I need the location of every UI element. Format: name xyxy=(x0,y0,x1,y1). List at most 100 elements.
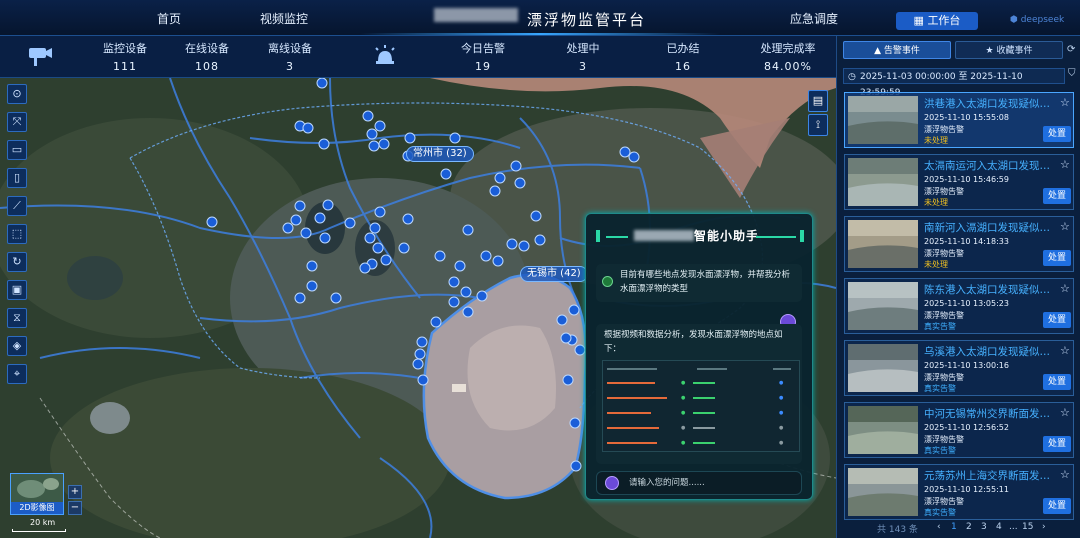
nav-emergency-dispatch[interactable]: 应急调度 xyxy=(790,10,838,27)
camera-icon[interactable]: ▭ xyxy=(7,140,27,160)
stat-monitor-devices: 监控设备 111 xyxy=(103,42,147,73)
assistant-title: 智能小助手 xyxy=(694,229,760,243)
pagination-page-1[interactable]: 1 xyxy=(951,522,957,532)
scale-label: 20 km xyxy=(30,518,56,527)
star-icon[interactable]: ☆ xyxy=(1060,468,1070,481)
event-thumbnail[interactable] xyxy=(848,406,918,454)
event-thumbnail[interactable] xyxy=(848,282,918,330)
collapse-icon[interactable]: ⟳ xyxy=(1067,44,1075,55)
expand-icon[interactable]: ⤧ xyxy=(7,112,27,132)
alarm-icon xyxy=(375,45,395,64)
star-icon[interactable]: ☆ xyxy=(1060,282,1070,295)
event-status: 未处理 xyxy=(924,260,948,269)
zoom-in-button[interactable]: + xyxy=(68,485,82,499)
date-range-picker[interactable]: ◷ 2025-11-03 00:00:00 至 2025-11-10 23:59… xyxy=(843,68,1065,98)
event-time: 2025-11-10 14:18:33 xyxy=(924,237,1009,246)
event-time: 2025-11-10 13:05:23 xyxy=(924,299,1009,308)
event-card[interactable]: 元荡苏州上海交界断面发现疑似漂浮物 2025-11-10 12:55:11 漂浮物告… xyxy=(844,464,1074,520)
header-bracket-right xyxy=(800,230,804,242)
star-icon[interactable]: ☆ xyxy=(1060,406,1070,419)
star-icon[interactable]: ☆ xyxy=(1060,96,1070,109)
pagination-page-4[interactable]: 4 xyxy=(996,522,1002,532)
event-title[interactable]: 中河无锡常州交界断面发现疑似漂浮物 xyxy=(924,406,1052,421)
event-status: 未处理 xyxy=(924,136,948,145)
nav-video-monitor[interactable]: 视频监控 xyxy=(260,10,308,27)
event-title[interactable]: 乌溪港入太湖口发现疑似漂浮物 xyxy=(924,344,1052,359)
ai-assistant-panel: 智能小助手 目前有哪些地点发现水面漂浮物，并帮我分析水面漂浮物的类型 根据视频和… xyxy=(585,213,813,500)
event-status: 真实告警 xyxy=(924,508,956,517)
chat-input[interactable]: 请输入您的问题...... xyxy=(596,471,802,495)
event-title[interactable]: 元荡苏州上海交界断面发现疑似漂浮物 xyxy=(924,468,1052,483)
pagination-page-last[interactable]: 15 xyxy=(1022,522,1033,532)
header-bracket-left xyxy=(596,230,600,242)
filter-icon[interactable]: ⛉ xyxy=(1068,68,1076,79)
event-thumbnail[interactable] xyxy=(848,344,918,392)
route-icon[interactable]: ⟟ xyxy=(808,114,828,136)
alarm-event-panel: ▲ 告警事件 ★ 收藏事件 ⟳ ◷ 2025-11-03 00:00:00 至 … xyxy=(836,36,1080,538)
event-status: 未处理 xyxy=(924,198,948,207)
filter-icon[interactable]: ⧖ xyxy=(7,308,27,328)
workbench-button[interactable]: ▦ 工作台 xyxy=(896,12,978,30)
event-thumbnail[interactable] xyxy=(848,96,918,144)
tab-favorite-events[interactable]: ★ 收藏事件 xyxy=(955,41,1063,59)
dispose-button[interactable]: 处置 xyxy=(1043,126,1071,142)
event-card[interactable]: 太滆南运河入太湖口发现疑似漂浮物 2025-11-10 15:46:59 漂浮物告警… xyxy=(844,154,1074,210)
dispose-button[interactable]: 处置 xyxy=(1043,374,1071,390)
event-title[interactable]: 陈东港入太湖口发现疑似漂浮物 xyxy=(924,282,1052,297)
event-card[interactable]: 南新河入滆湖口发现疑似漂浮物 2025-11-10 14:18:33 漂浮物告警未处… xyxy=(844,216,1074,272)
area-icon[interactable]: ⬚ xyxy=(7,224,27,244)
tab-alarm-events-label: 告警事件 xyxy=(883,46,920,56)
pagination-next-button[interactable]: › xyxy=(1042,522,1046,532)
header-line-right xyxy=(756,236,796,238)
dispose-button[interactable]: 处置 xyxy=(1043,250,1071,266)
event-card[interactable]: 陈东港入太湖口发现疑似漂浮物 2025-11-10 13:05:23 漂浮物告警真实… xyxy=(844,278,1074,334)
zoom-out-button[interactable]: − xyxy=(68,501,82,515)
star-icon[interactable]: ☆ xyxy=(1060,158,1070,171)
star-icon: ★ xyxy=(985,46,997,56)
camera-icon xyxy=(29,48,52,66)
event-thumbnail[interactable] xyxy=(848,220,918,268)
bot-avatar-icon xyxy=(605,476,619,490)
event-title[interactable]: 南新河入滆湖口发现疑似漂浮物 xyxy=(924,220,1052,235)
star-icon[interactable]: ☆ xyxy=(1060,220,1070,233)
event-time: 2025-11-10 12:56:52 xyxy=(924,423,1009,432)
pagination-page-2[interactable]: 2 xyxy=(966,522,972,532)
star-icon[interactable]: ☆ xyxy=(1060,344,1070,357)
dispose-button[interactable]: 处置 xyxy=(1043,188,1071,204)
stat-completion-rate: 处理完成率 84.00% xyxy=(760,42,816,73)
dispose-button[interactable]: 处置 xyxy=(1043,312,1071,328)
basemap-switch-icon[interactable]: ▤ xyxy=(808,90,828,112)
dispose-button[interactable]: 处置 xyxy=(1043,436,1071,452)
event-thumbnail[interactable] xyxy=(848,158,918,206)
nav-home[interactable]: 首页 xyxy=(157,10,181,27)
event-card[interactable]: 中河无锡常州交界断面发现疑似漂浮物 2025-11-10 12:56:52 漂浮物告… xyxy=(844,402,1074,458)
basemap-thumbnail[interactable]: 2D影像图 xyxy=(10,473,64,515)
event-title[interactable]: 洪巷港入太湖口发现疑似漂浮物 xyxy=(924,96,1052,111)
event-card[interactable]: 洪巷港入太湖口发现疑似漂浮物 2025-11-10 15:55:08 漂浮物告警未处… xyxy=(844,92,1074,148)
ruler-icon[interactable]: ⟋ xyxy=(7,196,27,216)
pagination-prev-button[interactable]: ‹ xyxy=(937,522,941,532)
event-title[interactable]: 太滆南运河入太湖口发现疑似漂浮物 xyxy=(924,158,1052,173)
layers-icon[interactable]: ◈ xyxy=(7,336,27,356)
deepseek-logo: ⬢ deepseek xyxy=(1010,15,1064,25)
event-status: 真实告警 xyxy=(924,446,956,455)
event-type: 漂浮物告警 xyxy=(924,187,964,196)
result-table: ● ● ● ● ● ● ● ● ● ● xyxy=(602,360,800,452)
dispose-button[interactable]: 处置 xyxy=(1043,498,1071,514)
pagination-ellipsis: ... xyxy=(1009,522,1018,532)
user-message: 目前有哪些地点发现水面漂浮物，并帮我分析水面漂浮物的类型 xyxy=(596,264,802,302)
city-label-wuxi[interactable]: 无锡市 (42) xyxy=(520,266,588,282)
event-type: 漂浮物告警 xyxy=(924,373,964,382)
marker-icon[interactable]: ⌖ xyxy=(7,364,27,384)
pagination-page-3[interactable]: 3 xyxy=(981,522,987,532)
tab-favorite-events-label: 收藏事件 xyxy=(996,46,1033,56)
locate-icon[interactable]: ⊙ xyxy=(7,84,27,104)
event-card[interactable]: 乌溪港入太湖口发现疑似漂浮物 2025-11-10 13:00:16 漂浮物告警真实… xyxy=(844,340,1074,396)
event-thumbnail[interactable] xyxy=(848,468,918,516)
device-icon[interactable]: ▯ xyxy=(7,168,27,188)
refresh-icon[interactable]: ↻ xyxy=(7,252,27,272)
tab-alarm-events[interactable]: ▲ 告警事件 xyxy=(843,41,951,59)
redacted-org-name xyxy=(433,8,518,22)
city-label-changzhou[interactable]: 常州市 (32) xyxy=(406,146,474,162)
image-icon[interactable]: ▣ xyxy=(7,280,27,300)
